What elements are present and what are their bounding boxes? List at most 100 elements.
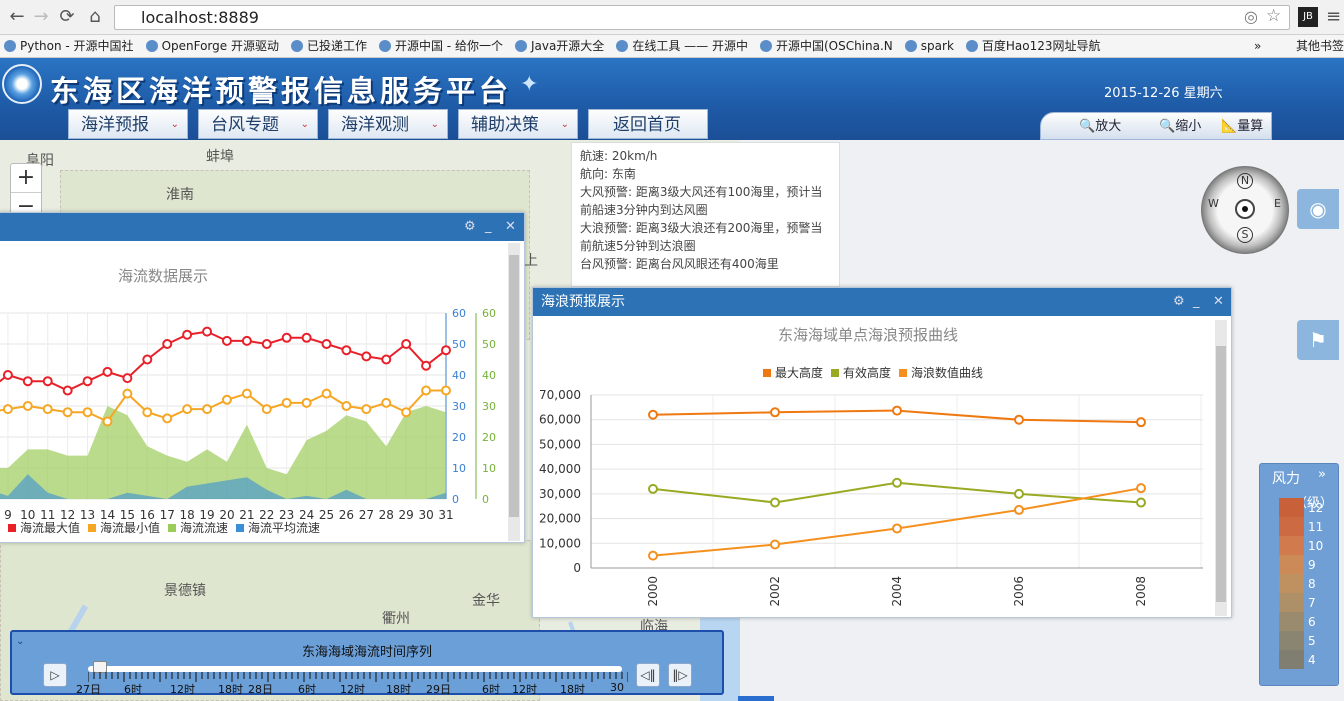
data-point[interactable]: [301, 332, 312, 343]
compass-east[interactable]: E: [1274, 197, 1281, 210]
bookmarks-overflow[interactable]: »: [1254, 35, 1261, 57]
compass-north[interactable]: N: [1237, 173, 1253, 189]
data-point[interactable]: [82, 407, 93, 418]
data-point[interactable]: [2, 404, 13, 415]
play-button[interactable]: ▷: [43, 663, 67, 687]
data-point[interactable]: [122, 388, 133, 399]
legend-item[interactable]: 有效高度: [843, 366, 891, 380]
data-point[interactable]: [770, 539, 780, 550]
data-point[interactable]: [1014, 414, 1024, 425]
data-point[interactable]: [261, 404, 272, 415]
data-point[interactable]: [281, 332, 292, 343]
data-point[interactable]: [102, 416, 113, 427]
data-point[interactable]: [361, 351, 372, 362]
data-point[interactable]: [82, 376, 93, 387]
gear-icon[interactable]: ⚙: [1173, 288, 1185, 316]
data-point[interactable]: [122, 373, 133, 384]
data-point[interactable]: [381, 397, 392, 408]
reload-icon[interactable]: ⟳: [56, 6, 78, 28]
data-point[interactable]: [648, 483, 658, 494]
bookmark-item[interactable]: Python - 开源中国社: [4, 35, 134, 57]
data-point[interactable]: [648, 550, 658, 561]
data-point[interactable]: [162, 413, 173, 424]
data-point[interactable]: [1014, 504, 1024, 515]
location-icon[interactable]: ◎: [1244, 7, 1258, 26]
legend-item[interactable]: 最大高度: [775, 366, 823, 380]
scrollbar[interactable]: [508, 243, 520, 541]
data-point[interactable]: [341, 345, 352, 356]
bookmark-item[interactable]: OpenForge 开源驱动: [145, 35, 279, 57]
bookmark-item[interactable]: 开源中国(OSChina.N: [759, 35, 893, 57]
data-point[interactable]: [162, 339, 173, 349]
data-point[interactable]: [441, 345, 451, 356]
panel-header[interactable]: ⚙ _ ✕: [0, 213, 524, 241]
back-icon[interactable]: ←: [6, 6, 28, 28]
data-point[interactable]: [770, 497, 780, 508]
nav-menu-item[interactable]: 返回首页: [588, 109, 708, 139]
data-point[interactable]: [182, 404, 193, 415]
data-point[interactable]: [221, 335, 232, 346]
data-point[interactable]: [301, 397, 312, 408]
data-point[interactable]: [42, 376, 53, 387]
compass-center[interactable]: [1235, 199, 1255, 219]
globe-button[interactable]: ◉: [1297, 189, 1339, 229]
data-point[interactable]: [102, 366, 113, 377]
data-point[interactable]: [281, 397, 292, 408]
data-point[interactable]: [1014, 488, 1024, 499]
data-point[interactable]: [182, 329, 193, 340]
data-point[interactable]: [892, 477, 902, 488]
data-point[interactable]: [381, 354, 392, 365]
bookmark-item[interactable]: 在线工具 —— 开源中: [616, 35, 748, 57]
data-point[interactable]: [401, 407, 412, 418]
menu-icon[interactable]: ≡: [1326, 6, 1341, 27]
zoom-plus-button[interactable]: +: [11, 164, 41, 193]
scroll-thumb[interactable]: [1216, 346, 1226, 602]
data-point[interactable]: [892, 523, 902, 534]
minimize-icon[interactable]: _: [485, 213, 492, 241]
data-point[interactable]: [341, 401, 352, 411]
data-point[interactable]: [142, 407, 153, 418]
bookmark-item[interactable]: spark: [904, 35, 954, 57]
legend-item[interactable]: 海流平均流速: [248, 521, 320, 535]
compass-west[interactable]: W: [1208, 197, 1219, 210]
nav-menu-item[interactable]: 海洋预报 ⌄: [68, 109, 188, 139]
data-point[interactable]: [401, 339, 412, 349]
data-point[interactable]: [261, 339, 272, 349]
data-point[interactable]: [221, 394, 232, 405]
data-point[interactable]: [2, 370, 13, 380]
url-input[interactable]: localhost:8889: [114, 5, 1290, 30]
data-point[interactable]: [202, 326, 213, 337]
expand-icon[interactable]: »: [1318, 467, 1326, 482]
data-point[interactable]: [1136, 417, 1146, 428]
data-point[interactable]: [421, 360, 432, 371]
data-point[interactable]: [770, 407, 780, 418]
data-point[interactable]: [648, 409, 658, 420]
close-icon[interactable]: ✕: [1213, 288, 1224, 316]
nav-menu-item[interactable]: 辅助决策 ⌄: [458, 109, 578, 139]
data-point[interactable]: [321, 388, 332, 399]
nav-menu-item[interactable]: 台风专题 ⌄: [198, 109, 318, 139]
data-point[interactable]: [241, 388, 252, 399]
step-forward-button[interactable]: ‖▷: [668, 663, 692, 687]
data-point[interactable]: [1136, 483, 1146, 494]
data-point[interactable]: [421, 385, 432, 396]
compass-navigator[interactable]: N S W E: [1201, 166, 1289, 254]
measure-tool[interactable]: 📐量算: [1221, 113, 1263, 141]
compass-south[interactable]: S: [1237, 227, 1253, 243]
star-icon[interactable]: ☆: [1266, 6, 1281, 26]
panel-header[interactable]: 海浪预报展示 ⚙ _ ✕: [533, 288, 1231, 316]
minimize-icon[interactable]: _: [1193, 288, 1200, 316]
legend-item[interactable]: 海流最小值: [100, 521, 160, 535]
forward-icon[interactable]: →: [30, 6, 52, 28]
data-point[interactable]: [22, 376, 33, 387]
zoom-out-tool[interactable]: 🔍缩小: [1159, 113, 1201, 141]
data-point[interactable]: [321, 339, 332, 349]
bookmark-item[interactable]: 开源中国 - 给你一个: [378, 35, 503, 57]
legend-item[interactable]: 海浪数值曲线: [911, 366, 983, 380]
data-point[interactable]: [361, 404, 372, 415]
legend-item[interactable]: 海流流速: [180, 521, 228, 535]
data-point[interactable]: [202, 404, 213, 415]
close-icon[interactable]: ✕: [505, 213, 516, 241]
data-point[interactable]: [441, 385, 451, 396]
step-back-button[interactable]: ◁‖: [636, 663, 660, 687]
